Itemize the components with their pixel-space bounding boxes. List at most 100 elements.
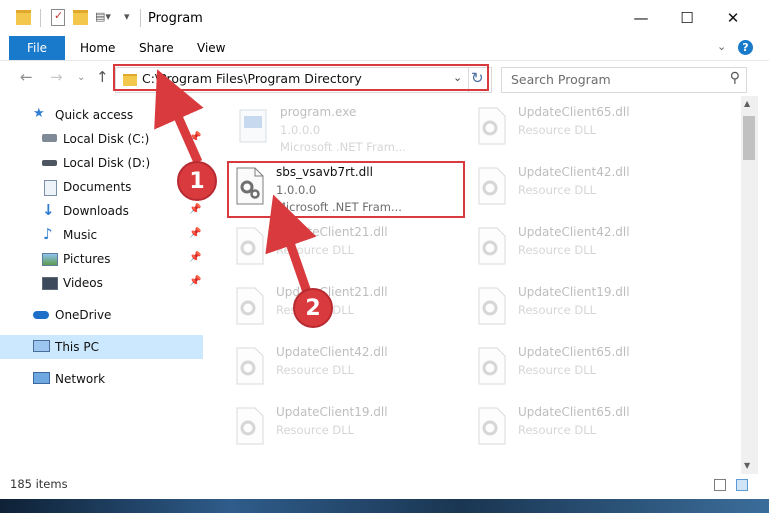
file-name: UpdateClient19.dll [518,285,630,299]
tab-share[interactable]: Share [139,36,174,60]
callout-badge-2: 2 [293,288,333,328]
dll-gear-icon [478,107,506,145]
file-item[interactable]: UpdateClient21.dll Resource DLL [230,280,468,338]
sidebar-item-label: OneDrive [55,308,112,322]
sidebar-item-local-disk-d[interactable]: Local Disk (D:) [0,151,203,175]
back-arrow-icon[interactable]: ← [20,68,33,86]
details-view-icon[interactable] [714,479,726,491]
file-description: Resource DLL [518,243,597,257]
properties-icon[interactable] [51,9,65,26]
network-icon [33,372,50,384]
scroll-down-icon[interactable]: ▼ [744,461,750,470]
separator [40,9,41,27]
sidebar-item-label: Local Disk (C:) [63,132,150,146]
file-name: UpdateClient42.dll [518,165,630,179]
file-version: 1.0.0.0 [280,123,321,137]
sidebar-item-label: Documents [63,180,132,194]
dll-gear-icon [478,227,506,265]
scroll-up-icon[interactable]: ▲ [744,99,750,108]
recent-locations-icon[interactable]: ⌄ [77,72,85,83]
customize-quick-access-icon[interactable]: ▤▾ [95,10,111,28]
sidebar-item-label: Music [63,228,98,242]
file-description: Resource DLL [518,183,597,197]
large-icons-view-icon[interactable] [736,479,748,491]
sidebar-item-documents[interactable]: Documents 📌 [0,175,203,199]
file-item[interactable]: UpdateClient19.dll Resource DLL [472,280,710,338]
file-description: Resource DLL [276,243,355,257]
dll-gear-icon [478,347,506,385]
file-item[interactable]: UpdateClient21.dll Resource DLL [230,220,468,278]
pin-icon[interactable]: 📌 [189,204,201,215]
download-icon: ↓ [42,201,55,219]
dll-gear-icon [236,287,264,325]
sidebar-item-label: Quick access [55,108,134,122]
sidebar-item-onedrive[interactable]: OneDrive [0,303,203,327]
cloud-icon [33,311,49,319]
sidebar-item-this-pc[interactable]: This PC [0,335,203,359]
pin-icon[interactable]: 📌 [189,276,201,287]
callout-badge-1: 1 [177,161,217,201]
sidebar-item-music[interactable]: ♪ Music 📌 [0,223,203,247]
sidebar-item-videos[interactable]: Videos 📌 [0,271,203,295]
up-arrow-icon[interactable]: ↑ [96,68,109,86]
file-item[interactable]: program.exe 1.0.0.0 Microsoft .NET Fram.… [234,100,472,158]
documents-icon [44,180,57,196]
file-highlight-box [227,161,465,218]
tab-home[interactable]: Home [80,36,115,60]
new-folder-icon[interactable] [73,10,88,25]
sidebar-item-local-disk-c[interactable]: Local Disk (C:) 📌 [0,127,203,151]
file-description: Microsoft .NET Fram... [280,140,406,154]
scrollbar-thumb[interactable] [743,116,755,160]
sidebar-item-network[interactable]: Network [0,367,203,391]
file-name: program.exe [280,105,357,119]
file-item[interactable]: UpdateClient42.dll Resource DLL [230,340,468,398]
pin-icon[interactable]: 📌 [189,252,201,263]
minimize-button[interactable]: — [627,6,655,30]
music-icon: ♪ [43,225,53,243]
dll-gear-icon [478,287,506,325]
file-name: UpdateClient65.dll [518,345,630,359]
file-name: UpdateClient19.dll [276,405,388,419]
pictures-icon [42,253,58,266]
expand-ribbon-icon[interactable]: ⌄ [717,40,726,53]
computer-icon [33,340,50,352]
file-list: program.exe 1.0.0.0 Microsoft .NET Fram.… [204,96,741,474]
separator [140,9,141,27]
videos-icon [42,277,58,290]
dropdown-arrow-icon[interactable]: ▾ [124,10,130,28]
sidebar-item-quick-access[interactable]: ★ Quick access [0,103,203,127]
search-icon[interactable]: ⚲ [730,70,740,86]
pin-icon[interactable]: 📌 [189,132,201,143]
file-item[interactable]: UpdateClient65.dll Resource DLL [472,400,710,458]
item-count: 185 items [10,477,68,491]
dll-gear-icon [236,407,264,445]
sidebar-item-downloads[interactable]: ↓ Downloads 📌 [0,199,203,223]
file-item[interactable]: UpdateClient42.dll Resource DLL [472,220,710,278]
title-bar: ▤▾ ▾ Program — ☐ ✕ [0,0,769,36]
dll-gear-icon [478,407,506,445]
file-item[interactable]: UpdateClient65.dll Resource DLL [472,340,710,398]
search-placeholder: Search Program [511,72,611,87]
search-input[interactable]: Search Program ⚲ [501,67,747,93]
file-name: UpdateClient21.dll [276,225,388,239]
sidebar-item-pictures[interactable]: Pictures 📌 [0,247,203,271]
file-name: UpdateClient42.dll [518,225,630,239]
dll-gear-icon [236,347,264,385]
ribbon-tabs: File Home Share View ⌄ ? [0,36,769,61]
tab-file[interactable]: File [9,36,65,60]
file-item[interactable]: UpdateClient19.dll Resource DLL [230,400,468,458]
file-item[interactable]: UpdateClient42.dll Resource DLL [472,160,710,218]
dll-gear-icon [478,167,506,205]
explorer-window: ▤▾ ▾ Program — ☐ ✕ File Home Share View … [0,0,769,499]
file-item[interactable]: UpdateClient65.dll Resource DLL [472,100,710,158]
file-name: UpdateClient21.dll [276,285,388,299]
forward-arrow-icon[interactable]: → [50,68,63,86]
file-description: Resource DLL [276,363,355,377]
close-button[interactable]: ✕ [719,6,747,30]
sidebar-item-label: This PC [55,340,99,354]
help-icon[interactable]: ? [738,40,753,55]
maximize-button[interactable]: ☐ [673,6,701,30]
pin-icon[interactable]: 📌 [189,228,201,239]
tab-view[interactable]: View [197,36,225,60]
star-icon: ★ [33,106,45,121]
